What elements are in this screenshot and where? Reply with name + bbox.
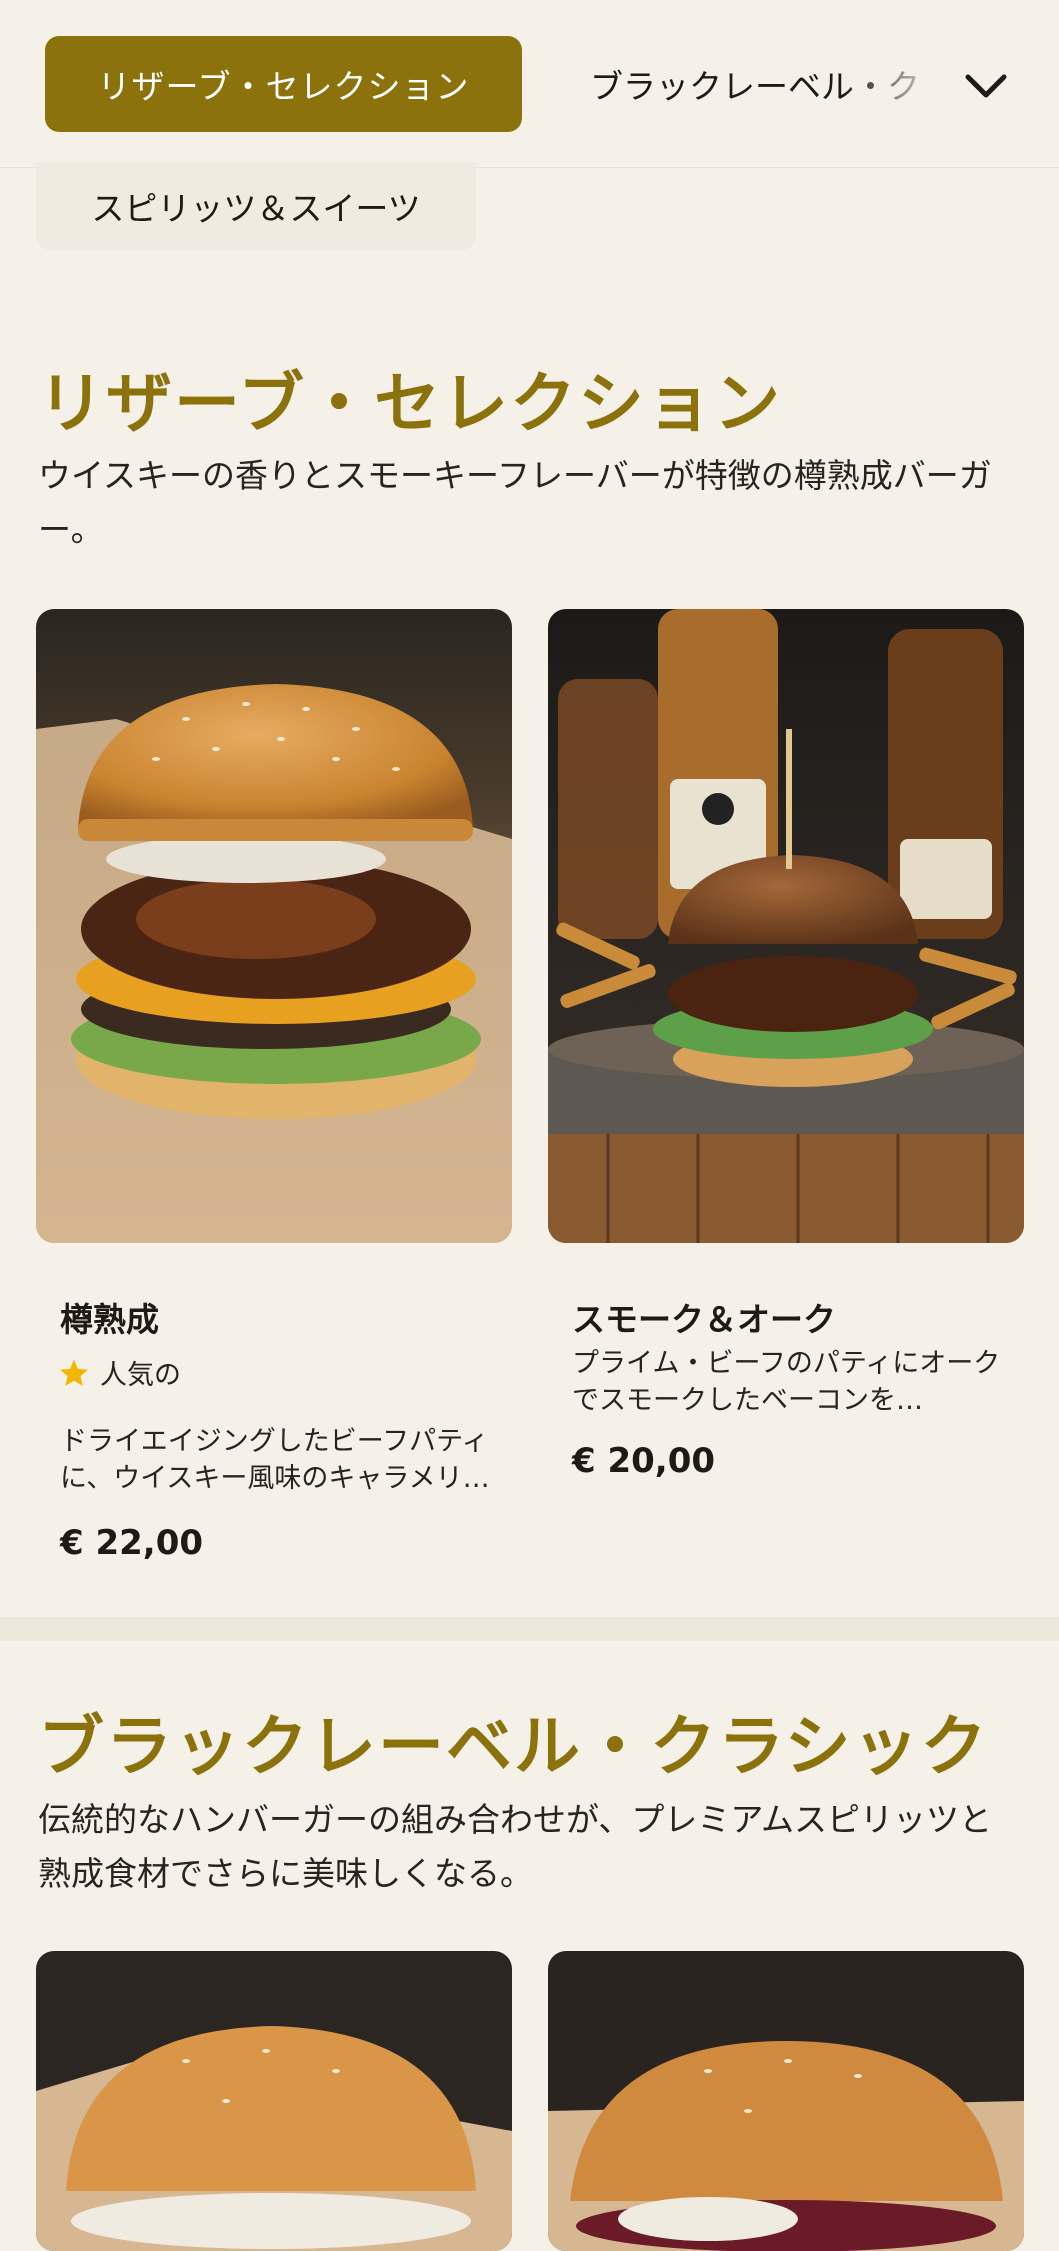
burger-image <box>548 609 1024 1243</box>
menu-card[interactable] <box>36 1951 512 2251</box>
category-bar: リザーブ・セレクション ブラックレーベル・ク <box>0 0 1059 168</box>
popular-badge: 人気の <box>58 1353 181 1392</box>
star-icon <box>60 1359 88 1386</box>
item-description: ドライエイジングしたビーフパティに、ウイスキー風味のキャラメリゼ・オニオン… <box>60 1426 489 1494</box>
menu-card[interactable]: 樽熟成 人気の ドライエイジングしたビーフパティに、ウイスキー風味のキャラメリゼ… <box>36 609 512 1569</box>
item-price: € 20,00 <box>572 1441 716 1481</box>
tab-spirits-sweets[interactable]: スピリッツ＆スイーツ <box>36 162 476 250</box>
burger-image <box>548 1951 1024 2251</box>
item-name: スモーク＆オーク <box>572 1300 836 1339</box>
section-title: リザーブ・セレクション <box>38 365 783 442</box>
section-description: 伝統的なハンバーガーの組み合わせが、プレミアムスピリッツと熟成食材でさらに美味し… <box>38 1800 993 1893</box>
item-description: プライム・ビーフのパティにオークでスモークしたベーコンを… <box>572 1348 1001 1416</box>
section-title: ブラックレーベル・クラシック <box>38 1708 989 1785</box>
section-divider <box>0 1617 1059 1641</box>
menu-card[interactable]: スモーク＆オーク プライム・ビーフのパティにオークでスモークしたベーコンを… €… <box>548 609 1024 1489</box>
item-name: 樽熟成 <box>60 1300 159 1339</box>
section-description: ウイスキーの香りとスモーキーフレーバーが特徴の樽熟成バーガー。 <box>38 456 992 549</box>
item-price: € 22,00 <box>60 1523 204 1563</box>
burger-image <box>36 609 512 1243</box>
badge-label: 人気の <box>100 1360 181 1391</box>
tab-black-label[interactable]: ブラックレーベル・ク <box>590 36 950 132</box>
menu-card[interactable] <box>548 1951 1024 2251</box>
chevron-down-icon[interactable] <box>956 56 1016 116</box>
tab-reserve-selection[interactable]: リザーブ・セレクション <box>45 36 522 132</box>
burger-image <box>36 1951 512 2251</box>
